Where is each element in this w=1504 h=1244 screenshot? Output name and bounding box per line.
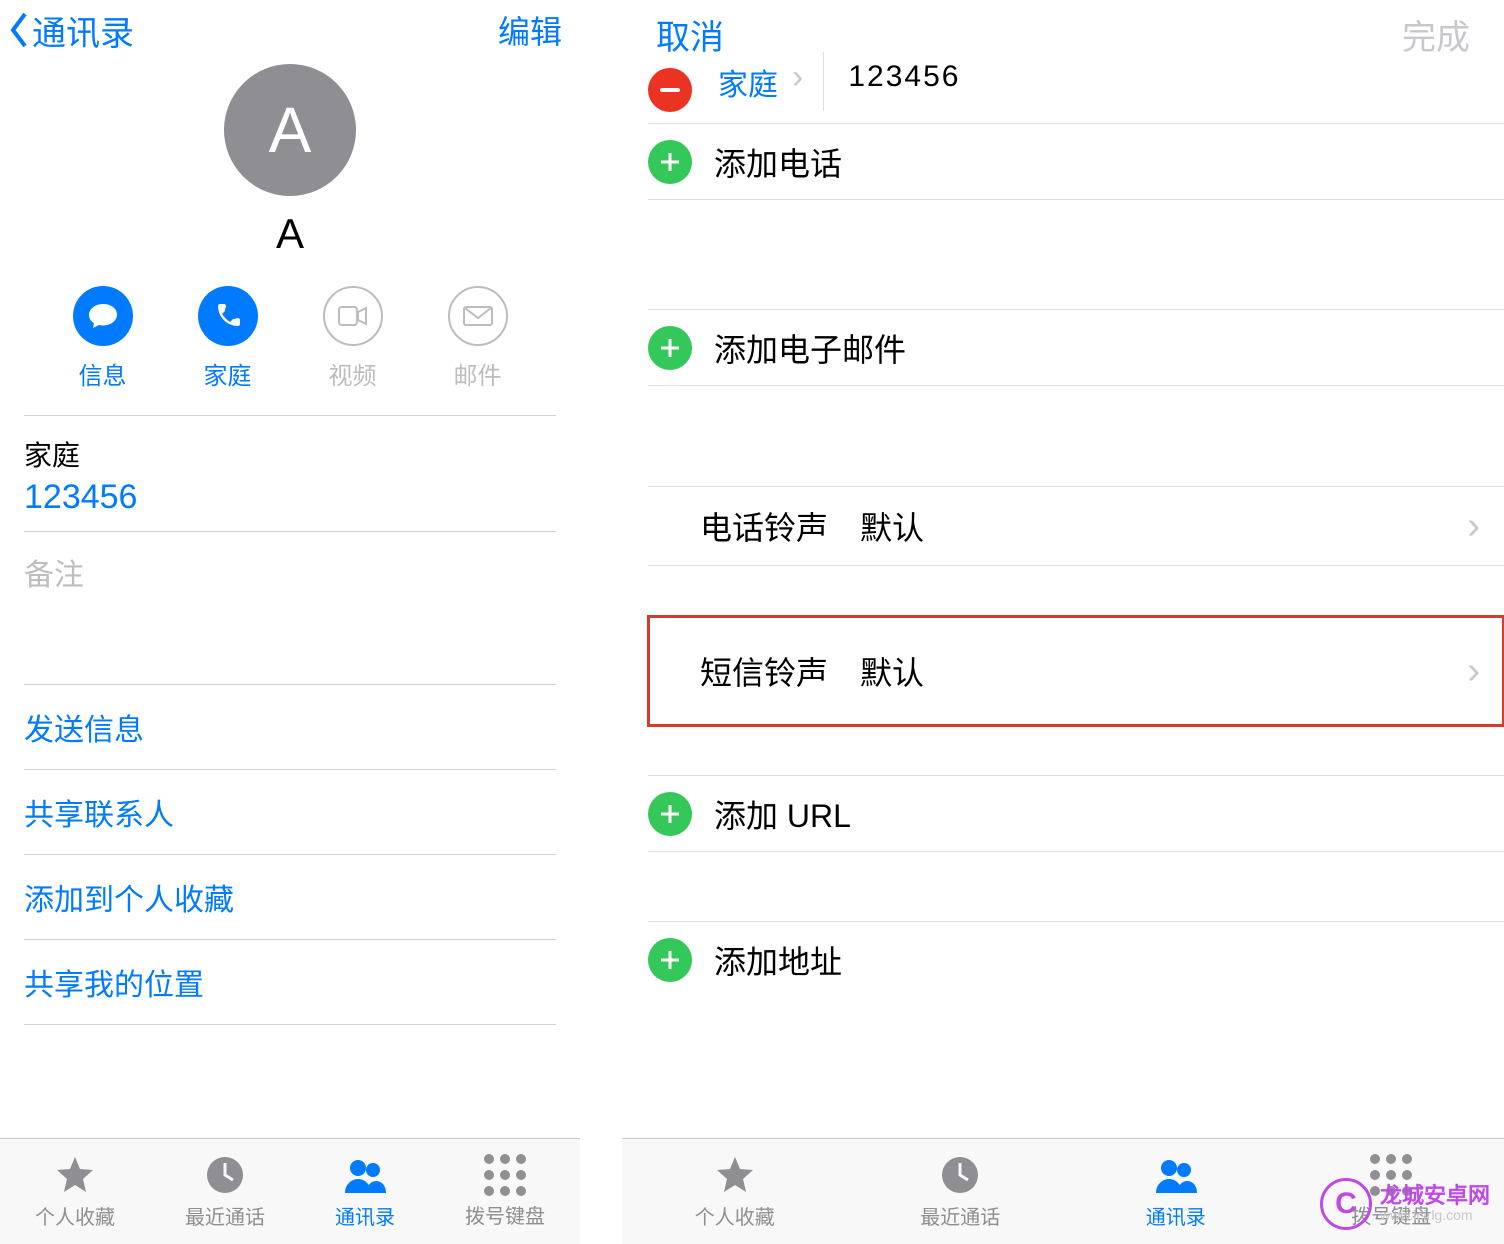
clock-icon	[938, 1153, 982, 1197]
video-action[interactable]: 视频	[323, 286, 383, 391]
quick-actions: 信息 家庭 视频 邮件	[0, 258, 580, 415]
tab-favorites[interactable]: 个人收藏	[35, 1153, 115, 1230]
message-action[interactable]: 信息	[73, 286, 133, 391]
remove-icon[interactable]	[648, 68, 692, 112]
add-favorite-link[interactable]: 添加到个人收藏	[24, 854, 556, 939]
cancel-button[interactable]: 取消	[656, 10, 724, 59]
tab-favorites-label: 个人收藏	[35, 1201, 115, 1230]
tab-contacts[interactable]: 通讯录	[1146, 1153, 1206, 1230]
tab-recents-label: 最近通话	[185, 1201, 265, 1230]
left-tabbar: 个人收藏 最近通话 通讯录 拨号键盘	[0, 1138, 580, 1244]
ringtone-key: 电话铃声	[700, 503, 860, 549]
tab-recents-label: 最近通话	[920, 1201, 1000, 1230]
star-icon	[53, 1153, 97, 1197]
contacts-icon	[343, 1153, 387, 1197]
phone-type-label: 家庭	[24, 416, 556, 474]
star-icon	[713, 1153, 757, 1197]
tab-recents[interactable]: 最近通话	[185, 1153, 265, 1230]
tab-favorites-label: 个人收藏	[695, 1201, 775, 1230]
contact-detail-screen: 通讯录 编辑 A A 信息 家庭	[0, 0, 582, 1244]
video-label: 视频	[329, 356, 377, 391]
add-email-row[interactable]: 添加电子邮件	[648, 310, 1504, 386]
plus-icon	[648, 792, 692, 836]
keypad-icon	[484, 1154, 526, 1196]
send-message-link[interactable]: 发送信息	[24, 684, 556, 769]
ringtone-row[interactable]: 电话铃声 默认 ›	[648, 486, 1504, 566]
watermark-url: www.lcjrlg.com	[1380, 1208, 1490, 1223]
tab-contacts-label: 通讯录	[1146, 1201, 1206, 1230]
tab-contacts-label: 通讯录	[335, 1201, 395, 1230]
call-label: 家庭	[204, 356, 252, 391]
add-address-label: 添加地址	[714, 937, 842, 983]
add-email-label: 添加电子邮件	[714, 325, 906, 371]
chevron-right-icon: ›	[1467, 650, 1480, 693]
phone-section: 家庭 123456 备注 发送信息 共享联系人 添加到个人收藏 共享我的位置	[0, 415, 580, 1025]
call-action[interactable]: 家庭	[198, 286, 258, 391]
phone-number[interactable]: 123456	[24, 478, 556, 531]
plus-icon	[648, 326, 692, 370]
texttone-row[interactable]: 短信铃声 默认 ›	[648, 616, 1504, 726]
watermark: C 龙城安卓网 www.lcjrlg.com	[1320, 1178, 1490, 1230]
phone-type-selector[interactable]: 家庭	[718, 60, 778, 104]
tab-keypad[interactable]: 拨号键盘	[465, 1154, 545, 1229]
plus-icon	[648, 140, 692, 184]
contact-header: A A	[0, 60, 580, 258]
edit-body: 家庭 › 123456 添加电话 添加电子邮件 电话铃声 默认 ›	[622, 68, 1504, 998]
notes-placeholder[interactable]: 备注	[24, 532, 556, 684]
video-icon	[323, 286, 383, 346]
watermark-logo-icon: C	[1320, 1178, 1372, 1230]
done-button[interactable]: 完成	[1402, 10, 1470, 59]
tab-contacts[interactable]: 通讯录	[335, 1153, 395, 1230]
message-label: 信息	[79, 356, 127, 391]
phone-number-field[interactable]: 123456	[848, 60, 960, 94]
watermark-brand: 龙城安卓网	[1380, 1184, 1490, 1208]
mail-icon	[448, 286, 508, 346]
chevron-left-icon	[6, 10, 32, 50]
tab-favorites[interactable]: 个人收藏	[695, 1153, 775, 1230]
contact-edit-screen: 取消 完成 家庭 › 123456 添加电话 添加电子邮件	[622, 0, 1504, 1244]
add-phone-row[interactable]: 添加电话	[648, 124, 1504, 200]
chevron-right-icon: ›	[1467, 505, 1480, 548]
back-label: 通讯录	[32, 6, 134, 55]
mail-label: 邮件	[454, 356, 502, 391]
texttone-key: 短信铃声	[700, 648, 860, 694]
mail-action[interactable]: 邮件	[448, 286, 508, 391]
edit-button[interactable]: 编辑	[498, 7, 562, 53]
left-navbar: 通讯录 编辑	[0, 0, 580, 60]
tab-recents[interactable]: 最近通话	[920, 1153, 1000, 1230]
contact-name: A	[0, 210, 580, 258]
avatar: A	[224, 64, 356, 196]
existing-phone-row[interactable]: 家庭 › 123456	[648, 68, 1504, 124]
share-location-link[interactable]: 共享我的位置	[24, 939, 556, 1025]
right-navbar: 取消 完成	[622, 0, 1504, 68]
clock-icon	[203, 1153, 247, 1197]
back-button[interactable]: 通讯录	[6, 6, 134, 55]
share-contact-link[interactable]: 共享联系人	[24, 769, 556, 854]
chevron-right-icon: ›	[792, 58, 803, 97]
add-url-label: 添加 URL	[714, 791, 851, 837]
ringtone-value: 默认	[860, 503, 924, 549]
message-icon	[73, 286, 133, 346]
add-address-row[interactable]: 添加地址	[648, 922, 1504, 998]
contacts-icon	[1154, 1153, 1198, 1197]
add-url-row[interactable]: 添加 URL	[648, 776, 1504, 852]
texttone-value: 默认	[860, 648, 924, 694]
phone-icon	[198, 286, 258, 346]
plus-icon	[648, 938, 692, 982]
tab-keypad-label: 拨号键盘	[465, 1200, 545, 1229]
add-phone-label: 添加电话	[714, 139, 842, 185]
